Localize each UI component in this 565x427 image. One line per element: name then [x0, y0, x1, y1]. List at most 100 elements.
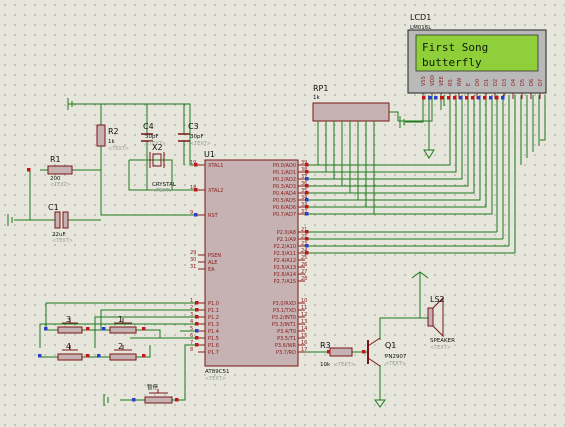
c3-ref: C3	[188, 122, 199, 131]
lcd-display[interactable]: LCD1 LM016L First Song butterfly VSS VDD V…	[407, 13, 547, 99]
pin-state-marker	[142, 327, 146, 331]
button-3-label: 3	[66, 315, 71, 324]
u1-pin-number: 13	[301, 319, 307, 325]
lcd-pin-label: D7	[538, 79, 544, 86]
pin-state-marker	[305, 191, 309, 195]
lcd-line2: butterfly	[422, 56, 482, 69]
lcd-pin-label: VDD	[430, 75, 436, 86]
power-arrow-icon	[411, 271, 429, 290]
u1-pin-name: P0.7/AD7	[273, 212, 296, 218]
c3-capacitor[interactable]: C3 30pF <TEXT>	[178, 122, 211, 147]
u1-pin-name: P2.0/A8	[277, 230, 296, 236]
lcd-ref: LCD1	[410, 13, 431, 22]
u1-pin-name: P2.4/A12	[274, 258, 296, 264]
c4-ref: C4	[143, 122, 154, 131]
pin-state-marker	[195, 343, 199, 347]
pin-state-marker	[27, 168, 31, 172]
pin-state-marker	[195, 322, 199, 326]
u1-pin-number: 26	[301, 262, 307, 268]
c1-capacitor[interactable]: C1 22uF <TEXT>	[48, 203, 73, 244]
u1-ref: U1	[204, 150, 215, 159]
rp1-value: 1k	[313, 95, 320, 101]
pin-state-marker	[305, 205, 309, 209]
u1-pin-name: P2.1/A9	[277, 237, 296, 243]
u1-pin-name: PSEN	[208, 253, 221, 259]
c1-ref: C1	[48, 203, 59, 212]
pin-state-marker	[195, 301, 199, 305]
pin-state-marker	[477, 96, 481, 100]
pin-state-marker	[195, 329, 199, 333]
u1-pin-name: P2.7/A15	[274, 279, 296, 285]
u1-pin-name: P3.2/INT0	[272, 315, 296, 321]
q1-part: PN2907	[385, 354, 407, 360]
pin-state-marker	[305, 163, 309, 167]
pin-state-marker	[305, 251, 309, 255]
u1-pin-name: P1.0	[208, 301, 219, 307]
ground-icon	[423, 149, 435, 159]
lcd-pin-label: VEE	[439, 76, 445, 86]
r1-resistor[interactable]: R1 200 <TEXT>	[47, 155, 73, 188]
button-2-label: 2	[118, 342, 123, 351]
pin-state-marker	[495, 96, 499, 100]
pin-state-marker	[194, 213, 198, 217]
r2-value: 1k	[108, 139, 115, 145]
pin-state-marker	[305, 212, 309, 216]
pin-state-marker	[195, 308, 199, 312]
rp1-resistor-pack[interactable]: RP1 1k	[312, 84, 390, 126]
u1-microcontroller[interactable]: U1 AT89C51 <TEXT> 19 XTAL118 XTAL29 RST29 PS…	[190, 150, 307, 382]
c3-text: <TEXT>	[190, 141, 211, 147]
lcd-pin-label: D2	[493, 79, 499, 86]
q1-transistor[interactable]: Q1 PN2907 <TEXT>	[367, 337, 407, 367]
pin-state-marker	[195, 315, 199, 319]
r3-value: 10k	[320, 362, 331, 368]
pin-state-marker	[305, 230, 309, 234]
button-4-label: 4	[66, 342, 71, 351]
lcd-pin-label: D4	[511, 79, 517, 86]
lcd-pin-label: D0	[475, 79, 481, 86]
c3-value: 30pF	[190, 134, 204, 140]
pin-state-marker	[194, 188, 198, 192]
r3-resistor[interactable]: R3 10k <TEXT>	[320, 341, 355, 368]
r1-text: <TEXT>	[50, 182, 71, 188]
pin-state-marker	[362, 350, 366, 354]
u1-pin-number: 16	[301, 340, 307, 346]
u1-pin-name: P3.3/INT1	[272, 322, 296, 328]
button-2[interactable]: 2	[109, 342, 137, 361]
rp1-ref: RP1	[313, 84, 328, 93]
u1-pin-number: 15	[301, 333, 307, 339]
q1-text: <TEXT>	[385, 361, 406, 367]
schematic-canvas: LCD1 LM016L First Song butterfly VSS VDD V…	[7, 13, 547, 408]
button-4[interactable]: 4	[57, 342, 83, 361]
u1-pin-name: P2.2/A10	[274, 244, 296, 250]
u1-pin-name: P1.1	[208, 308, 219, 314]
u1-pin-name: P3.1/TXD	[273, 308, 296, 314]
pin-state-marker	[194, 163, 198, 167]
u1-pin-name: P1.4	[208, 329, 219, 335]
u1-pin-name: P0.3/AD3	[273, 184, 296, 190]
u1-pin-number: 10	[301, 298, 307, 304]
x2-text: <TEXT>	[152, 188, 173, 194]
u1-pin-name: P3.4/T0	[277, 329, 296, 335]
pin-state-marker	[501, 96, 505, 100]
pin-state-marker	[440, 96, 444, 100]
pin-state-marker	[489, 96, 493, 100]
u1-pin-name: XTAL2	[208, 188, 223, 194]
u1-pin-name: P2.3/A11	[274, 251, 296, 257]
r3-text: <TEXT>	[334, 362, 355, 368]
ground-icon	[399, 116, 405, 128]
pin-state-marker	[97, 354, 101, 358]
u1-pin-name: ALE	[208, 260, 217, 266]
u1-pin-number: 14	[301, 326, 307, 332]
button-1-label: 1	[118, 315, 123, 324]
lcd-pin-label: D3	[502, 79, 508, 86]
pin-state-marker	[195, 336, 199, 340]
pin-state-marker	[305, 170, 309, 174]
ls2-speaker[interactable]: LS2 SPEAKER <TEXT>	[427, 295, 455, 351]
u1-pin-name: P1.7	[208, 350, 219, 356]
button-pause[interactable]: 暂停	[144, 383, 173, 404]
u1-pin-number: 29	[190, 250, 196, 256]
x2-crystal[interactable]: X2 CRYSTAL <TEXT>	[149, 143, 177, 194]
pin-state-marker	[86, 327, 90, 331]
r2-resistor[interactable]: R2 1k <TEXT>	[96, 124, 129, 152]
u1-pin-number: 31	[190, 264, 196, 270]
